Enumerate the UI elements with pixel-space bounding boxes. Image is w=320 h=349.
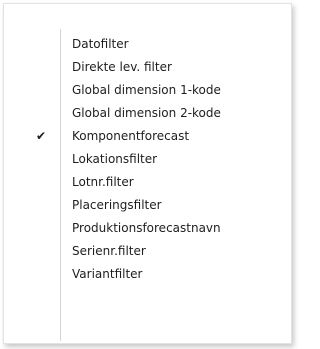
menu-item-label: Lokationsfilter: [72, 152, 158, 166]
checkmark-icon: ✔: [35, 129, 47, 143]
menu-item-label: Placeringsfilter: [72, 198, 162, 212]
menu-item-label: Direkte lev. filter: [72, 60, 172, 74]
menu-item-list: Datofilter Direkte lev. filter Global di…: [4, 33, 291, 286]
context-menu: Datofilter Direkte lev. filter Global di…: [3, 3, 292, 344]
menu-item-label: Variantfilter: [72, 267, 143, 281]
menu-item-label: Produktionsforecastnavn: [72, 221, 221, 235]
menu-item-placeringsfilter[interactable]: Placeringsfilter: [4, 194, 291, 217]
menu-item-label: Global dimension 2-kode: [72, 106, 221, 120]
menu-item-lotnr-filter[interactable]: Lotnr.filter: [4, 171, 291, 194]
menu-item-serienr-filter[interactable]: Serienr.filter: [4, 240, 291, 263]
menu-item-datofilter[interactable]: Datofilter: [4, 33, 291, 56]
menu-item-variantfilter[interactable]: Variantfilter: [4, 263, 291, 286]
menu-item-direkte-lev-filter[interactable]: Direkte lev. filter: [4, 56, 291, 79]
menu-item-label: Serienr.filter: [72, 244, 146, 258]
menu-item-label: Lotnr.filter: [72, 175, 134, 189]
menu-item-global-dimension-2-kode[interactable]: Global dimension 2-kode: [4, 102, 291, 125]
menu-item-label: Global dimension 1-kode: [72, 83, 221, 97]
menu-item-label: Datofilter: [72, 37, 129, 51]
menu-item-label: Komponentforecast: [72, 129, 190, 143]
menu-item-lokationsfilter[interactable]: Lokationsfilter: [4, 148, 291, 171]
menu-item-produktionsforecastnavn[interactable]: Produktionsforecastnavn: [4, 217, 291, 240]
menu-item-global-dimension-1-kode[interactable]: Global dimension 1-kode: [4, 79, 291, 102]
menu-item-komponentforecast[interactable]: ✔ Komponentforecast: [4, 125, 291, 148]
